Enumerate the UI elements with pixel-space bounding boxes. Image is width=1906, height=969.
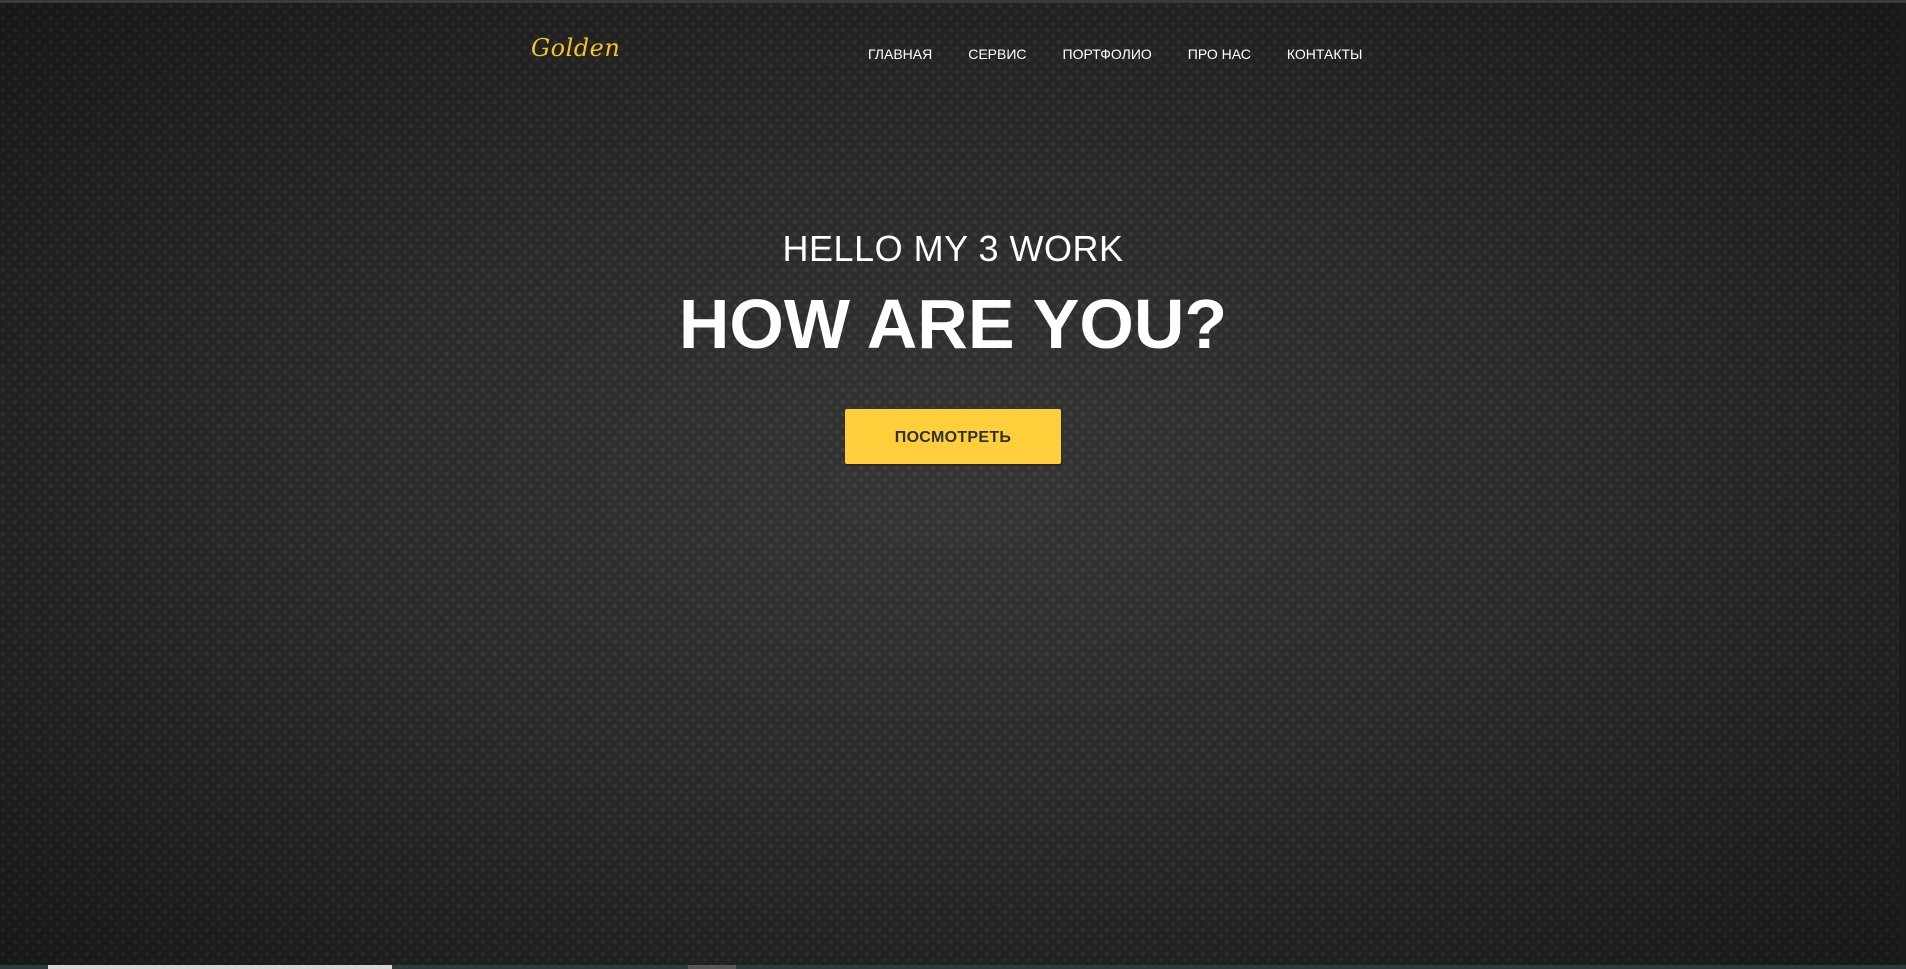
horizontal-scrollbar[interactable] xyxy=(0,965,1906,969)
logo[interactable]: Golden xyxy=(531,34,620,62)
nav-item-home[interactable]: ГЛАВНАЯ xyxy=(868,46,932,62)
nav-item-service[interactable]: СЕРВИС xyxy=(968,46,1026,62)
page-viewport: Golden ГЛАВНАЯ СЕРВИС ПОРТФОЛИО ПРО НАС … xyxy=(0,0,1906,969)
site-header: Golden ГЛАВНАЯ СЕРВИС ПОРТФОЛИО ПРО НАС … xyxy=(0,3,1906,103)
hero-title: HOW ARE YOU? xyxy=(678,285,1228,363)
hero-subtitle: HELLO MY 3 WORK xyxy=(782,228,1124,269)
nav-item-about[interactable]: ПРО НАС xyxy=(1188,46,1251,62)
hero-section: HELLO MY 3 WORK HOW ARE YOU? ПОСМОТРЕТЬ xyxy=(0,223,1906,464)
nav-item-portfolio[interactable]: ПОРТФОЛИО xyxy=(1063,46,1152,62)
view-button[interactable]: ПОСМОТРЕТЬ xyxy=(845,409,1061,464)
window-edge xyxy=(1899,3,1906,969)
scrollbar-marker xyxy=(688,965,736,969)
nav-item-contacts[interactable]: КОНТАКТЫ xyxy=(1287,46,1363,62)
scrollbar-thumb[interactable] xyxy=(48,965,392,969)
main-nav: ГЛАВНАЯ СЕРВИС ПОРТФОЛИО ПРО НАС КОНТАКТ… xyxy=(868,46,1362,62)
